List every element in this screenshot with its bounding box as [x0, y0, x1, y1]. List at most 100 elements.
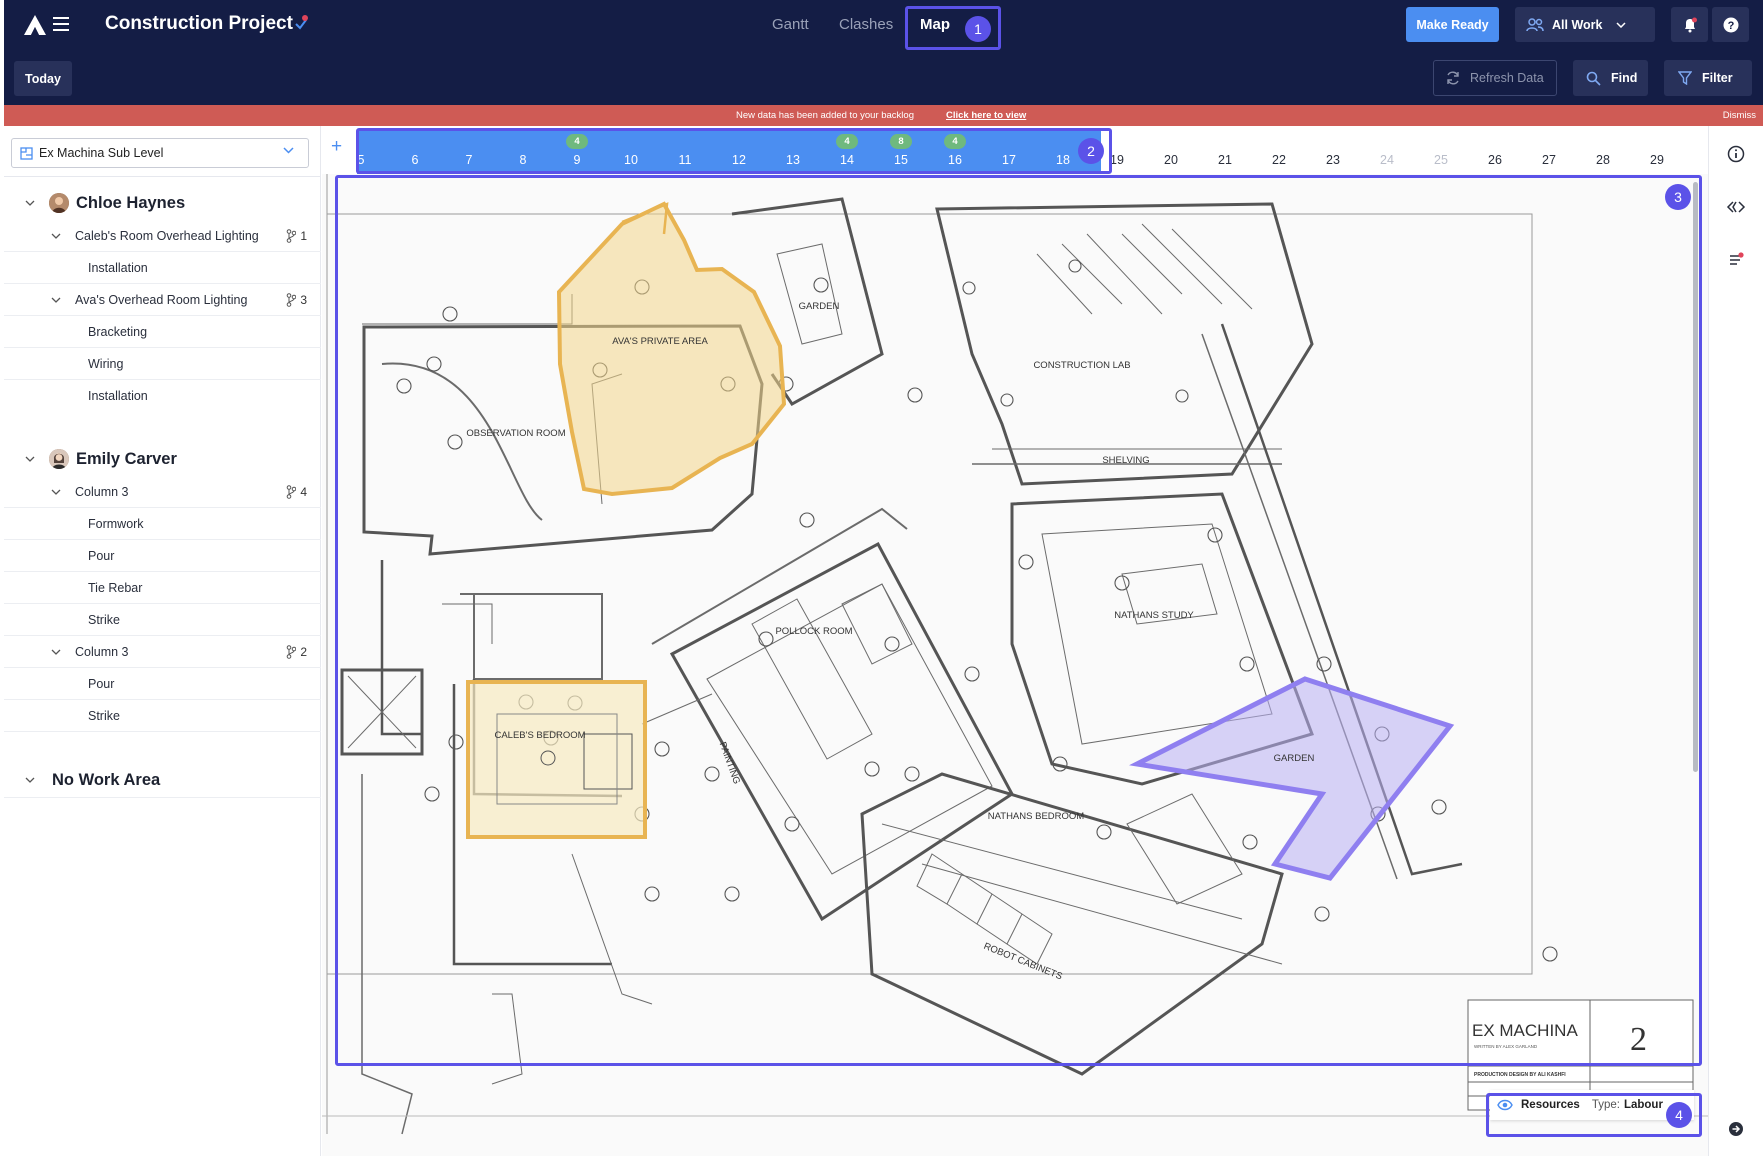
resource-type-label: Type:: [1591, 1099, 1620, 1111]
project-settings-icon[interactable]: [293, 15, 309, 31]
no-work-area-row[interactable]: No Work Area: [4, 762, 321, 798]
group-row[interactable]: Column 3 2: [4, 636, 321, 668]
timeline-day-badge[interactable]: 8: [890, 134, 912, 149]
timeline-day[interactable]: 26: [1480, 153, 1510, 167]
subtask-count: 3: [286, 293, 307, 307]
timeline-day[interactable]: 27: [1534, 153, 1564, 167]
timeline-day[interactable]: 19: [1102, 153, 1132, 167]
banner-dismiss-button[interactable]: Dismiss: [1723, 110, 1756, 121]
refresh-icon: [1447, 71, 1459, 85]
timeline-day[interactable]: 10: [616, 153, 646, 167]
person-row-emily-carver[interactable]: Emily Carver: [4, 442, 321, 476]
timeline-day[interactable]: 13: [778, 153, 808, 167]
timeline-day[interactable]: 20: [1156, 153, 1186, 167]
info-icon[interactable]: [1725, 143, 1747, 165]
tab-clashes[interactable]: Clashes: [839, 16, 893, 33]
timeline-day[interactable]: 21: [1210, 153, 1240, 167]
resource-type-value: Labour: [1623, 1099, 1663, 1111]
timeline-day[interactable]: 22: [1264, 153, 1294, 167]
all-work-dropdown[interactable]: All Work: [1515, 7, 1655, 42]
avatar: [49, 449, 69, 469]
title-block-written-by: WRITTEN BY ALEX GARLAND: [1474, 1044, 1538, 1049]
resources-legend[interactable]: Resources Type: Labour: [1490, 1090, 1694, 1120]
group-row[interactable]: Caleb's Room Overhead Lighting 1: [4, 220, 321, 252]
timeline-day-badge[interactable]: 4: [836, 134, 858, 149]
task-row[interactable]: Strike: [4, 604, 321, 636]
svg-text:?: ?: [1727, 20, 1734, 32]
timeline-day[interactable]: 16: [940, 153, 970, 167]
chevron-down-icon[interactable]: [51, 487, 61, 497]
task-row[interactable]: Pour: [4, 668, 321, 700]
room-label-observation-room: OBSERVATION ROOM: [466, 428, 565, 439]
tab-gantt[interactable]: Gantt: [772, 16, 809, 33]
task-row[interactable]: Tie Rebar: [4, 572, 321, 604]
subtask-count: 1: [286, 229, 307, 243]
timeline-day[interactable]: 25: [1426, 153, 1456, 167]
arrow-right-circle-icon[interactable]: [1725, 1118, 1747, 1140]
group-row[interactable]: Column 3 4: [4, 476, 321, 508]
chevron-down-icon[interactable]: [51, 647, 61, 657]
refresh-data-button[interactable]: Refresh Data: [1433, 60, 1557, 96]
notes-icon[interactable]: [1725, 249, 1747, 271]
timeline-day[interactable]: 23: [1318, 153, 1348, 167]
room-label-nathans-study: NATHANS STUDY: [1114, 610, 1194, 621]
filter-icon: [1678, 71, 1692, 85]
eye-icon: [1497, 1099, 1513, 1111]
chevron-down-icon[interactable]: [25, 775, 35, 785]
find-button[interactable]: Find: [1573, 60, 1648, 96]
timeline-day[interactable]: 17: [994, 153, 1024, 167]
timeline-day[interactable]: 8: [508, 153, 538, 167]
chevron-down-icon[interactable]: [51, 295, 61, 305]
level-select[interactable]: Ex Machina Sub Level: [11, 138, 309, 168]
timeline-day[interactable]: 11: [670, 153, 700, 167]
task-row[interactable]: Bracketing: [4, 316, 321, 348]
tab-map[interactable]: Map: [920, 16, 950, 33]
timeline-day[interactable]: 5: [346, 153, 376, 167]
add-icon[interactable]: +: [331, 136, 342, 158]
make-ready-button[interactable]: Make Ready: [1406, 7, 1499, 42]
timeline-day[interactable]: 12: [724, 153, 754, 167]
timeline-day-badge[interactable]: 4: [566, 134, 588, 149]
timeline-day-badge[interactable]: 4: [944, 134, 966, 149]
task-row[interactable]: Formwork: [4, 508, 321, 540]
floor-plan-drawing[interactable]: AVA'S PRIVATE AREA OBSERVATION ROOM GARD…: [322, 174, 1708, 1156]
timeline-day[interactable]: 7: [454, 153, 484, 167]
top-navigation-bar: Construction Project Gantt Clashes Map M…: [4, 0, 1763, 50]
compare-icon[interactable]: [1725, 196, 1747, 218]
timeline-day[interactable]: 15: [886, 153, 916, 167]
timeline-day[interactable]: 28: [1588, 153, 1618, 167]
timeline-day[interactable]: 14: [832, 153, 862, 167]
app-logo-icon[interactable]: [22, 13, 48, 37]
person-row-chloe-haynes[interactable]: Chloe Haynes: [4, 186, 321, 220]
work-area-sidebar: Ex Machina Sub Level Chloe Haynes Caleb'…: [4, 126, 321, 1156]
map-scrollbar[interactable]: [1693, 182, 1698, 772]
timeline-day[interactable]: 9: [562, 153, 592, 167]
help-button[interactable]: ?: [1712, 7, 1749, 42]
chevron-down-icon[interactable]: [51, 231, 61, 241]
work-area-calebs-bedroom[interactable]: [466, 680, 647, 839]
floor-plan-map[interactable]: AVA'S PRIVATE AREA OBSERVATION ROOM GARD…: [322, 174, 1708, 1156]
work-area-avas-private-area[interactable]: [556, 201, 787, 497]
chevron-down-icon[interactable]: [25, 454, 35, 464]
filter-button[interactable]: Filter: [1664, 60, 1752, 96]
timeline-day[interactable]: 18: [1048, 153, 1078, 167]
task-row[interactable]: Strike: [4, 700, 321, 732]
menu-icon[interactable]: [53, 17, 69, 31]
banner-view-link[interactable]: Click here to view: [946, 110, 1026, 121]
timeline-day[interactable]: 6: [400, 153, 430, 167]
users-icon: [1526, 17, 1544, 31]
task-row[interactable]: Pour: [4, 540, 321, 572]
room-label-calebs-bedroom: CALEB'S BEDROOM: [494, 730, 585, 741]
room-label-avas-private-area: AVA'S PRIVATE AREA: [612, 336, 708, 347]
group-row[interactable]: Ava's Overhead Room Lighting 3: [4, 284, 321, 316]
task-row[interactable]: Installation: [4, 252, 321, 284]
chevron-down-icon[interactable]: [25, 198, 35, 208]
today-button[interactable]: Today: [14, 61, 72, 96]
task-row[interactable]: Wiring: [4, 348, 321, 380]
notifications-button[interactable]: [1671, 7, 1708, 42]
room-label-robot-cabinets: ROBOT CABINETS: [982, 941, 1064, 983]
timeline-day[interactable]: 24: [1372, 153, 1402, 167]
task-row[interactable]: Installation: [4, 380, 321, 412]
room-label-garden-top: GARDEN: [799, 301, 840, 312]
timeline-day[interactable]: 29: [1642, 153, 1672, 167]
